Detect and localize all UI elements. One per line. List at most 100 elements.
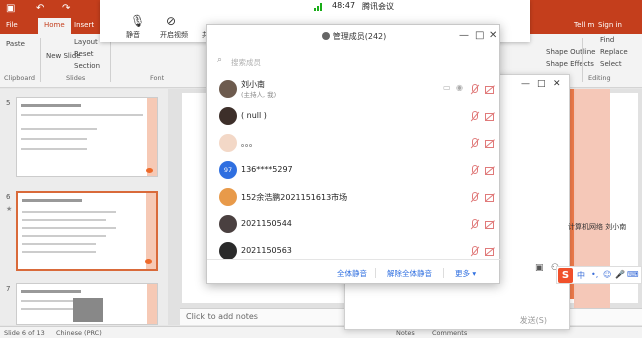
member-list: 刘小南 (主持人, 我) ▭ ◉( null )。。。 97 136****5297 152… [207,77,501,266]
mic-muted-icon[interactable] [469,138,479,148]
avatar [219,215,237,233]
slide-thumbnail-pane: 5 6 ★ 7 [0,89,168,325]
mic-muted-icon[interactable] [469,111,479,121]
sign-in-link[interactable]: Sign in [598,21,622,29]
camera-off-icon[interactable] [485,219,495,229]
maximize-icon[interactable]: □ [475,30,484,41]
ribbon-divider [110,38,111,82]
member-name: ( null ) [241,111,267,120]
minimize-icon[interactable]: — [521,79,530,89]
member-name: 152余浩鹏2021151613市场 [241,193,348,202]
record-icon[interactable]: ◉ [456,83,463,92]
avatar [219,107,237,125]
replace-button[interactable]: Replace [600,48,628,56]
avatar [219,188,237,206]
member-name: 136****5297 [241,165,293,174]
camera-off-icon[interactable] [485,192,495,202]
slide-number: 7 [6,285,11,293]
find-button[interactable]: Find [600,36,614,44]
footer-divider [443,268,444,278]
meeting-timer: 48:47 [332,1,356,10]
shape-outline-button[interactable]: Shape Outline [546,48,595,56]
member-role: (主持人, 我) [241,91,277,99]
language-indicator: Chinese (PRC) [56,329,102,337]
search-icon: ⌕ [217,55,223,65]
ime-emoji-icon[interactable]: ☺ [603,270,611,279]
send-button[interactable]: 发送(S) [520,315,547,326]
redo-icon[interactable]: ↷ [62,3,70,14]
camera-off-icon[interactable] [485,138,495,148]
camera-off-icon[interactable] [485,84,495,94]
avatar: 97 [219,161,237,179]
ime-punctuation-toggle[interactable]: •, [591,270,598,279]
slides-group-label: Slides [66,74,86,82]
member-search-input[interactable] [231,55,481,69]
mic-muted-icon[interactable] [469,165,479,175]
avatar [219,80,237,98]
slide-thumbnail[interactable] [16,283,158,325]
tab-insert[interactable]: Insert [74,21,94,29]
mic-muted-icon[interactable] [469,84,479,94]
ime-language-toggle[interactable]: 中 [577,270,585,281]
camera-off-icon[interactable] [485,165,495,175]
ribbon-divider [40,38,41,82]
signal-icon [314,3,324,11]
mute-button[interactable]: 静音 [126,30,140,40]
slide-star-icon: ★ [6,205,13,213]
select-button[interactable]: Select [600,60,622,68]
reset-button[interactable]: Reset [74,50,94,58]
slide-number: 6 [6,193,11,201]
panel-title-wrap: 管理成员(242) [207,31,501,42]
tab-file[interactable]: File [6,21,18,29]
ribbon-divider [582,38,583,82]
section-button[interactable]: Section [74,62,100,70]
member-row[interactable]: 2021150544 [207,212,501,239]
member-search: ⌕ [217,55,489,69]
ime-keyboard-icon[interactable]: ⌨ [627,270,639,279]
unmute-all-button[interactable]: 解除全体静音 [387,268,432,279]
camera-off-icon[interactable] [485,246,495,256]
mic-muted-icon[interactable] [469,192,479,202]
tab-home[interactable]: Home [38,18,71,34]
slide-number: 5 [6,99,11,107]
microphone-icon[interactable]: 🎙 [130,14,145,28]
layout-button[interactable]: Layout [74,38,98,46]
notes-toggle[interactable]: Notes [396,329,415,337]
member-name: 。。。 [241,139,257,148]
member-row[interactable]: 97 136****5297 [207,158,501,185]
tell-me[interactable]: Tell m [574,21,594,29]
close-icon[interactable]: ✕ [553,79,561,89]
shape-effects-button[interactable]: Shape Effects [546,60,594,68]
panel-title: 管理成员(242) [332,32,387,41]
sogou-ime-logo[interactable]: S [558,268,573,283]
footer-divider [375,268,376,278]
member-row[interactable]: 。。。 [207,131,501,158]
save-icon[interactable]: ▣ [6,3,15,14]
maximize-icon[interactable]: □ [537,79,546,89]
font-group-label: Font [150,74,165,82]
mic-muted-icon[interactable] [469,219,479,229]
paste-button[interactable]: Paste [6,40,25,48]
minimize-icon[interactable]: — [459,30,469,41]
close-icon[interactable]: ✕ [489,30,497,41]
member-row[interactable]: 刘小南 (主持人, 我) ▭ ◉ [207,77,501,104]
ime-voice-icon[interactable]: 🎤 [615,270,625,279]
slide-thumbnail[interactable] [16,97,158,177]
video-off-icon[interactable]: ⊘ [166,14,180,28]
member-row[interactable]: ( null ) [207,104,501,131]
mic-muted-icon[interactable] [469,246,479,256]
slide-thumbnail-selected[interactable] [16,191,158,271]
member-management-panel: 管理成员(242) — □ ✕ ⌕ 刘小南(主持人, 我)▭◉( null )。… [206,24,501,284]
more-button[interactable]: 更多 ▾ [455,268,476,279]
camera-off-icon[interactable] [485,111,495,121]
mute-all-button[interactable]: 全体静音 [337,268,367,279]
comments-toggle[interactable]: Comments [432,329,467,337]
start-video-button[interactable]: 开启视频 [160,30,188,40]
undo-icon[interactable]: ↶ [36,3,44,14]
member-row[interactable]: 152余浩鹏2021151613市场 [207,185,501,212]
window-caption-text: 计算机网络 刘小南 [568,223,627,231]
screen-share-icon[interactable]: ▭ [443,83,451,92]
member-name: 2021150563 [241,246,292,255]
avatar [219,242,237,260]
image-icon[interactable]: ▣ [535,263,544,273]
